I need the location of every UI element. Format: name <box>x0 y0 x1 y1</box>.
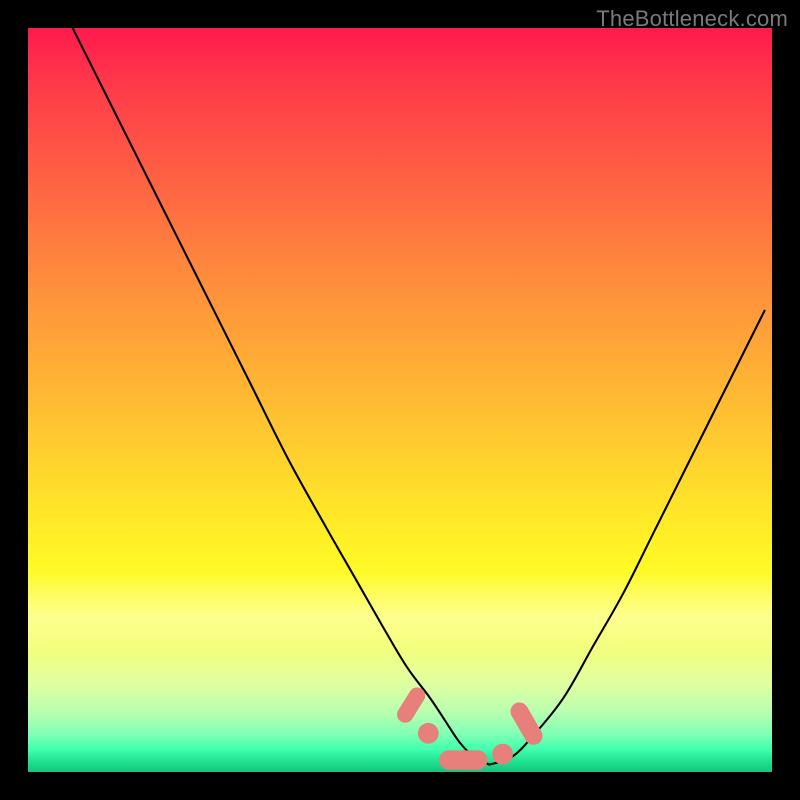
trough-markers <box>394 684 546 769</box>
trough-pill <box>439 750 487 769</box>
trough-pill <box>394 684 428 725</box>
plot-area <box>28 28 772 772</box>
watermark-text: TheBottleneck.com <box>596 6 788 32</box>
left-curve <box>73 28 490 765</box>
right-curve <box>489 311 764 765</box>
trough-pill <box>507 699 546 748</box>
curve-layer <box>28 28 772 772</box>
trough-dot <box>492 744 513 765</box>
trough-dot <box>418 723 439 744</box>
chart-frame: TheBottleneck.com <box>0 0 800 800</box>
